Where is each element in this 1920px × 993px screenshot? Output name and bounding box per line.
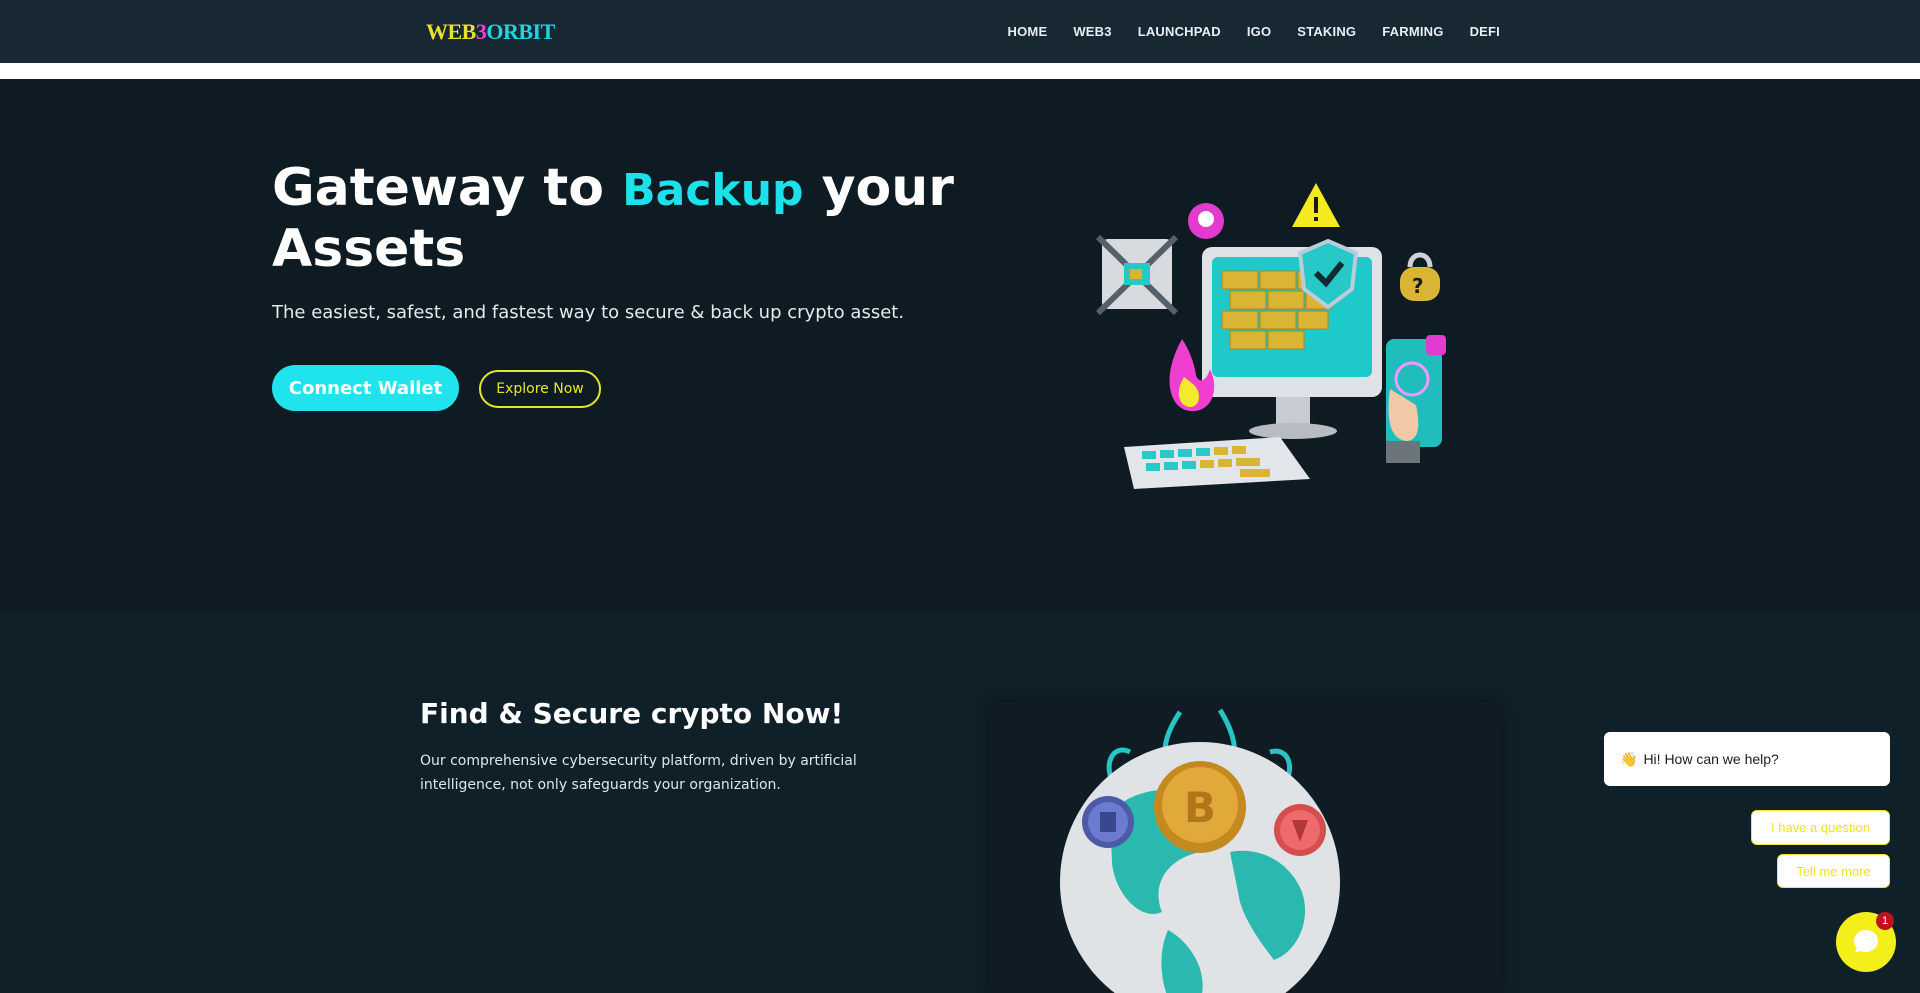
nav-defi[interactable]: DEFI — [1470, 24, 1500, 39]
section-title: Find & Secure crypto Now! — [420, 697, 844, 730]
logo-part-orbit: ORBIT — [486, 19, 555, 44]
hero-subtitle: The easiest, safest, and fastest way to … — [272, 302, 905, 323]
chat-greeting-text: Hi! How can we help? — [1643, 751, 1779, 767]
chat-option-tell-more[interactable]: Tell me more — [1777, 854, 1890, 888]
nav-farming[interactable]: FARMING — [1382, 24, 1443, 39]
nav-igo[interactable]: IGO — [1247, 24, 1271, 39]
nav-web3[interactable]: WEB3 — [1073, 24, 1111, 39]
security-computer-illustration: ? — [1095, 183, 1446, 489]
nav-home[interactable]: HOME — [1008, 24, 1048, 39]
hero-title: Gateway to Backup your Assets — [272, 159, 972, 278]
header-divider — [0, 63, 1920, 79]
svg-text:B: B — [1184, 783, 1216, 832]
top-navbar: WEB3ORBIT HOME WEB3 LAUNCHPAD IGO STAKIN… — [0, 0, 1920, 63]
chat-bubble-icon — [1854, 930, 1878, 953]
chat-unread-badge: 1 — [1876, 912, 1894, 930]
globe-card: B — [990, 702, 1500, 993]
main-nav: HOME WEB3 LAUNCHPAD IGO STAKING FARMING … — [1008, 0, 1500, 63]
svg-text:?: ? — [1412, 274, 1424, 298]
nav-staking[interactable]: STAKING — [1297, 24, 1356, 39]
explore-now-button[interactable]: Explore Now — [479, 370, 601, 408]
connect-wallet-button[interactable]: Connect Wallet — [272, 365, 459, 411]
find-secure-section: Find & Secure crypto Now! Our comprehens… — [0, 614, 1920, 993]
site-logo[interactable]: WEB3ORBIT — [426, 19, 555, 45]
wave-icon: 👋 — [1620, 750, 1638, 767]
nav-launchpad[interactable]: LAUNCHPAD — [1138, 24, 1221, 39]
logo-part-web: WEB — [426, 19, 476, 44]
crypto-globe-illustration: B — [1060, 708, 1340, 993]
hero-title-accent: Backup — [622, 165, 804, 216]
logo-part-3: 3 — [475, 19, 487, 44]
hero-title-start: Gateway to — [272, 158, 623, 218]
section-body: Our comprehensive cybersecurity platform… — [420, 753, 857, 793]
chat-greeting-bubble: 👋 Hi! How can we help? — [1604, 732, 1890, 786]
chat-option-question[interactable]: I have a question — [1751, 810, 1890, 845]
hero-section: Gateway to Backup your Assets The easies… — [0, 79, 1920, 614]
